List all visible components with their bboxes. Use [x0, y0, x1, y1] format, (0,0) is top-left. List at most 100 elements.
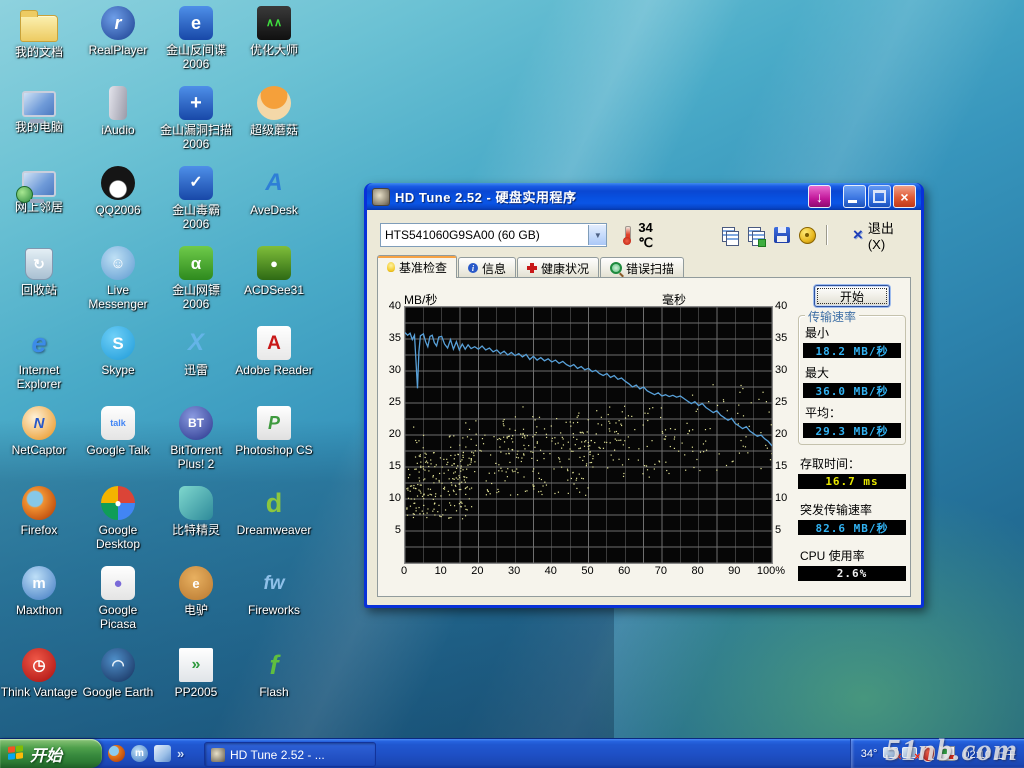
y-tick-left: 30	[379, 364, 401, 376]
iaudio-icon	[109, 86, 127, 120]
start-button[interactable]: 开始	[0, 739, 102, 768]
exit-button[interactable]: × 退出(X)	[853, 218, 911, 252]
realplayer-icon: r	[101, 6, 135, 40]
desktop-icon[interactable]: talkGoogle Talk	[79, 406, 157, 457]
desktop-icon-label: BitTorrent Plus! 2	[157, 443, 235, 471]
options-button[interactable]	[795, 223, 821, 247]
minimize-button[interactable]	[843, 185, 866, 208]
desktop-icon[interactable]: rRealPlayer	[79, 6, 157, 57]
windows-flag-icon	[8, 745, 25, 763]
tab-错误扫描[interactable]: 错误扫描	[600, 257, 684, 278]
transfer-rate-group: 传输速率 最小 18.2 MB/秒 最大 36.0 MB/秒 平均： 29.3 …	[798, 315, 906, 445]
desktop-icon[interactable]: 我的电脑	[0, 86, 78, 134]
cpu-usage-label: CPU 使用率	[800, 547, 906, 564]
desktop-icon[interactable]: mMaxthon	[0, 566, 78, 617]
adobe-reader-icon: A	[257, 326, 291, 360]
tab-健康状况[interactable]: 健康状况	[517, 257, 599, 278]
tab-基准检查[interactable]: 基准检查	[377, 255, 457, 278]
desktop-icon[interactable]: ☺Live Messenger	[79, 246, 157, 311]
desktop-icon[interactable]: ✓ 金山毒霸 2006	[157, 166, 235, 231]
desktop-icon-label: 电驴	[157, 603, 235, 617]
tab-label: 信息	[482, 260, 506, 277]
desktop-icon[interactable]: PPhotoshop CS	[235, 406, 313, 457]
maxthon-quicklaunch-icon[interactable]: m	[131, 745, 148, 762]
avedesk-icon: A	[257, 166, 291, 200]
desktop-icon[interactable]: dDreamweaver	[235, 486, 313, 537]
copy-image-button[interactable]	[743, 223, 769, 247]
thermometer-icon	[623, 226, 631, 245]
hdtune-task-label: HD Tune 2.52 - ...	[230, 748, 325, 762]
desktop-icon[interactable]: fwFireworks	[235, 566, 313, 617]
desktop-icon[interactable]: X迅雷	[157, 326, 235, 377]
desktop-icon[interactable]: 超级蘑菇	[235, 86, 313, 137]
screenshot-arrow-button[interactable]: ↓	[808, 185, 831, 208]
desktop-icon[interactable]: AAveDesk	[235, 166, 313, 217]
kingsoft-antivirus-icon: ✓	[179, 166, 213, 200]
desktop-icon[interactable]: AAdobe Reader	[235, 326, 313, 377]
desktop-icon-label: 迅雷	[157, 363, 235, 377]
desktop-icon[interactable]: SSkype	[79, 326, 157, 377]
access-time-value: 16.7 ms	[798, 474, 906, 489]
desktop-icon[interactable]: e 电驴	[157, 566, 235, 617]
desktop-icon-label: 金山毒霸 2006	[157, 203, 235, 231]
desktop-icon[interactable]: ●ACDSee31	[235, 246, 313, 297]
super-mushroom-icon	[257, 86, 291, 120]
tab-bar: 基准检查i信息健康状况错误扫描	[377, 256, 685, 278]
desktop-icon[interactable]: ◷Think Vantage	[0, 648, 78, 699]
avg-label: 平均：	[805, 404, 901, 421]
thinkvantage-icon: ◷	[22, 648, 56, 682]
desktop-icon[interactable]: eInternet Explorer	[0, 326, 78, 391]
save-button[interactable]	[769, 223, 795, 247]
desktop-icon-label: Fireworks	[235, 603, 313, 617]
recycle-bin-icon: ↻	[25, 248, 53, 280]
desktop-icon[interactable]: »PP2005	[157, 648, 235, 699]
kingsoft-firewall-icon: α	[179, 246, 213, 280]
desktop-icon[interactable]: Firefox	[0, 486, 78, 537]
y-tick-left: 15	[379, 460, 401, 472]
desktop-icon[interactable]: +金山漏洞扫描 2006	[157, 86, 235, 151]
quicklaunch-overflow-chevron[interactable]: »	[177, 746, 184, 761]
hdtune-task-button[interactable]: HD Tune 2.52 - ...	[204, 742, 376, 767]
desktop-icon[interactable]: fFlash	[235, 648, 313, 699]
transfer-rate-group-title: 传输速率	[805, 308, 859, 325]
desktop-icon[interactable]: ↻回收站	[0, 246, 78, 297]
desktop-icon[interactable]: ∧∧优化大师	[235, 6, 313, 57]
titlebar[interactable]: HD Tune 2.52 - 硬盘实用程序 ↓ ×	[367, 183, 921, 210]
emule-icon: e	[179, 566, 213, 600]
network-places-icon	[22, 171, 56, 197]
bittorrent-icon: BT	[179, 406, 213, 440]
desktop-icon[interactable]: ●Google Desktop	[79, 486, 157, 551]
desktop-icon[interactable]: BT BitTorrent Plus! 2	[157, 406, 235, 471]
desktop-icon[interactable]: iAudio	[79, 86, 157, 137]
tab-信息[interactable]: i信息	[458, 257, 516, 278]
close-button[interactable]: ×	[893, 185, 916, 208]
mail-quicklaunch-icon[interactable]	[154, 745, 171, 762]
access-time-label: 存取时间：	[800, 455, 906, 472]
youhua-dashi-icon: ∧∧	[257, 6, 291, 40]
hdtune-window: HD Tune 2.52 - 硬盘实用程序 ↓ × HTS541060G9SA0…	[364, 183, 924, 608]
desktop-icon[interactable]: α金山网镖 2006	[157, 246, 235, 311]
google-desktop-icon: ●	[101, 486, 135, 520]
benchmark-plot	[404, 306, 773, 564]
start-benchmark-button[interactable]: 开始	[814, 285, 890, 307]
desktop-icon-label: PP2005	[157, 685, 235, 699]
qq2006-icon	[101, 166, 135, 200]
desktop-icon[interactable]: ◠Google Earth	[79, 648, 157, 699]
desktop-icon[interactable]: 我的文档	[0, 6, 78, 59]
app-icon	[372, 188, 390, 206]
desktop-icon[interactable]: 网上邻居	[0, 166, 78, 214]
chevron-down-icon[interactable]: ▼	[588, 225, 606, 245]
desktop-icon[interactable]: 比特精灵	[157, 486, 235, 537]
desktop-icon[interactable]: QQ2006	[79, 166, 157, 217]
maximize-button[interactable]	[868, 185, 891, 208]
browser-quicklaunch-icon[interactable]	[108, 745, 125, 762]
drive-temperature: 34 ℃	[638, 220, 671, 251]
x-tick: 40	[533, 565, 569, 577]
copy-text-button[interactable]	[717, 223, 743, 247]
desktop-icon[interactable]: NNetCaptor	[0, 406, 78, 457]
desktop-icon[interactable]: e金山反间谍 2006	[157, 6, 235, 71]
x-tick: 20	[459, 565, 495, 577]
drive-select[interactable]: HTS541060G9SA00 (60 GB) ▼	[380, 223, 607, 247]
x-tick: 70	[643, 565, 679, 577]
desktop-icon[interactable]: ●Google Picasa	[79, 566, 157, 631]
